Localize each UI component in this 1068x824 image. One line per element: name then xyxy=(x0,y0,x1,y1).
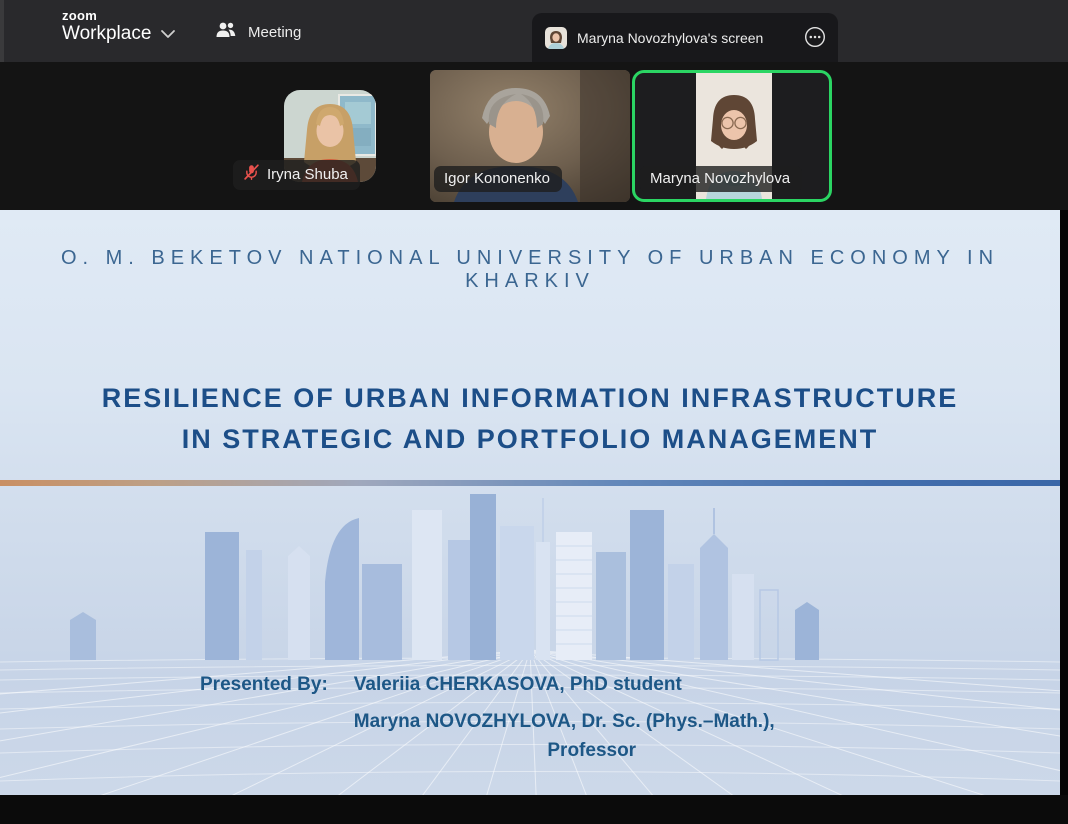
university-name: O. M. BEKETOV NATIONAL UNIVERSITY OF URB… xyxy=(0,247,1060,293)
tab-meeting-label: Meeting xyxy=(248,24,301,41)
logo-text-workplace: Workplace xyxy=(62,23,151,45)
avatar xyxy=(545,27,567,49)
chevron-down-icon[interactable] xyxy=(155,24,181,44)
title-line-2: IN STRATEGIC AND PORTFOLIO MANAGEMENT xyxy=(0,419,1060,460)
window-edge xyxy=(0,0,4,62)
tab-screen-share[interactable]: Maryna Novozhylova's screen xyxy=(532,13,838,62)
participant-name-label: Iryna Shuba xyxy=(233,160,360,190)
tab-meeting[interactable]: Meeting xyxy=(200,14,315,50)
participant-name: Igor Kononenko xyxy=(444,170,550,187)
presented-by-block: Presented By: Valeriia CHERKASOVA, PhD s… xyxy=(200,673,775,763)
gradient-divider xyxy=(0,480,1060,486)
tab-screen-share-label: Maryna Novozhylova's screen xyxy=(577,30,802,46)
window-tab-bar: zoom Workplace Meeting xyxy=(0,0,1068,62)
title-line-1: RESILIENCE OF URBAN INFORMATION INFRASTR… xyxy=(0,378,1060,419)
presented-by-label: Presented By: xyxy=(200,673,328,763)
presenter-2-title: Professor xyxy=(354,739,775,763)
shared-screen-slide: O. M. BEKETOV NATIONAL UNIVERSITY OF URB… xyxy=(0,210,1060,795)
presenter-1: Valeriia CHERKASOVA, PhD student xyxy=(354,673,775,697)
participant-tile-igor-kononenko[interactable]: Igor Kononenko xyxy=(430,70,630,202)
participants-icon xyxy=(214,20,238,44)
logo-text-zoom: zoom xyxy=(62,9,151,23)
participant-name: Maryna Novozhylova xyxy=(650,170,790,187)
presenter-2: Maryna NOVOZHYLOVA, Dr. Sc. (Phys.–Math.… xyxy=(354,710,775,734)
participant-tile-iryna-shuba[interactable]: Iryna Shuba xyxy=(230,70,430,202)
presenter-names: Valeriia CHERKASOVA, PhD student Maryna … xyxy=(354,673,775,763)
zoom-workplace-logo[interactable]: zoom Workplace xyxy=(62,9,151,45)
participant-name-label: Igor Kononenko xyxy=(434,166,562,192)
zoom-app-window: zoom Workplace Meeting xyxy=(0,0,1068,824)
more-options-icon[interactable] xyxy=(802,25,828,51)
video-strip: Iryna Shuba xyxy=(0,62,1068,210)
mic-muted-icon xyxy=(243,164,260,185)
presentation-title: RESILIENCE OF URBAN INFORMATION INFRASTR… xyxy=(0,378,1060,460)
bottom-black-bar xyxy=(0,795,1068,824)
participant-tile-maryna-novozhylova[interactable]: Maryna Novozhylova xyxy=(632,70,832,202)
participant-name-label: Maryna Novozhylova xyxy=(640,166,802,192)
participant-name: Iryna Shuba xyxy=(267,166,348,183)
